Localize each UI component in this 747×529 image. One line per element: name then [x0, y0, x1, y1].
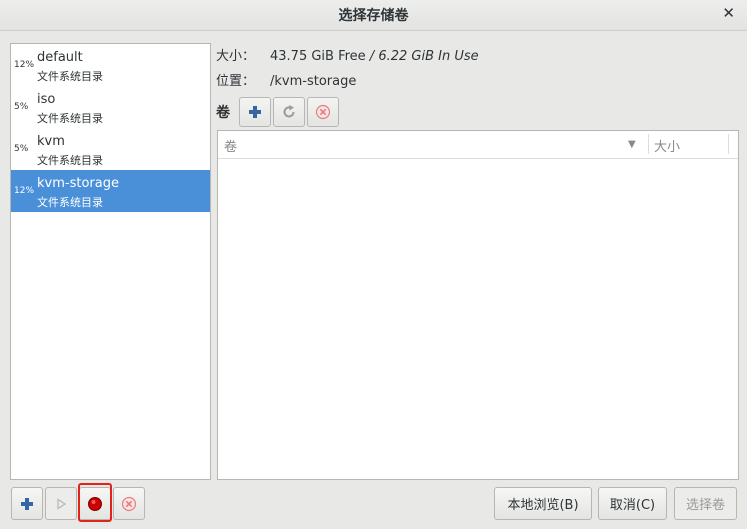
add-volume-button[interactable]: [239, 97, 271, 127]
column-header-size[interactable]: 大小: [654, 136, 680, 155]
column-divider[interactable]: [648, 134, 649, 154]
title-bar: 选择存储卷 ✕: [0, 0, 747, 31]
start-pool-button[interactable]: [45, 487, 77, 520]
choose-volume-button[interactable]: 选择卷: [674, 487, 737, 520]
pool-list[interactable]: 12% default 文件系统目录 5% iso 文件系统目录 5% kvm …: [10, 43, 211, 480]
add-pool-button[interactable]: [11, 487, 43, 520]
stop-icon: [88, 496, 102, 511]
pool-usage-percent: 12%: [14, 60, 35, 70]
location-label: 位置：: [216, 74, 256, 89]
pool-name: kvm: [37, 134, 65, 149]
column-header-volume[interactable]: 卷: [224, 136, 237, 155]
pool-usage-percent: 5%: [14, 144, 29, 154]
pool-name: kvm-storage: [37, 176, 119, 191]
location-value: /kvm-storage: [270, 74, 357, 89]
play-icon: [57, 497, 67, 510]
pool-type: 文件系统目录: [37, 154, 103, 167]
sort-chevron-down-icon[interactable]: ▼: [628, 139, 636, 150]
size-free-value: 43.75 GiB Free: [270, 49, 366, 64]
delete-pool-button[interactable]: [113, 487, 145, 520]
volume-table[interactable]: 卷 ▼ 大小: [217, 130, 739, 480]
pool-item-default[interactable]: 12% default 文件系统目录: [11, 44, 210, 86]
size-label: 大小：: [216, 49, 256, 64]
pool-item-kvm-storage[interactable]: 12% kvm-storage 文件系统目录: [11, 170, 210, 212]
refresh-icon: [283, 105, 295, 118]
add-icon: [249, 106, 261, 118]
add-icon: [21, 497, 33, 510]
pool-type: 文件系统目录: [37, 70, 103, 83]
close-icon[interactable]: ✕: [722, 4, 735, 22]
pool-name: default: [37, 50, 83, 65]
size-separator: /: [365, 49, 379, 64]
pool-type: 文件系统目录: [37, 196, 103, 209]
delete-icon: [121, 496, 137, 511]
pool-usage-percent: 12%: [14, 186, 35, 196]
delete-icon: [315, 104, 331, 120]
pool-usage-percent: 5%: [14, 102, 29, 112]
browse-local-button[interactable]: 本地浏览(B): [494, 487, 592, 520]
pool-item-kvm[interactable]: 5% kvm 文件系统目录: [11, 128, 210, 170]
volume-table-header: 卷 ▼ 大小: [218, 131, 738, 159]
cancel-button[interactable]: 取消(C): [598, 487, 667, 520]
stop-pool-button[interactable]: [79, 487, 111, 520]
pool-location-row: 位置： /kvm-storage: [216, 70, 356, 89]
refresh-volumes-button[interactable]: [273, 97, 305, 127]
pool-type: 文件系统目录: [37, 112, 103, 125]
size-used-value: 6.22 GiB In Use: [378, 49, 479, 64]
pool-item-iso[interactable]: 5% iso 文件系统目录: [11, 86, 210, 128]
window-title: 选择存储卷: [338, 8, 409, 24]
column-divider[interactable]: [728, 134, 729, 154]
delete-volume-button[interactable]: [307, 97, 339, 127]
volumes-label: 卷: [216, 105, 230, 121]
pool-name: iso: [37, 92, 56, 107]
pool-size-row: 大小： 43.75 GiB Free / 6.22 GiB In Use: [216, 45, 479, 64]
